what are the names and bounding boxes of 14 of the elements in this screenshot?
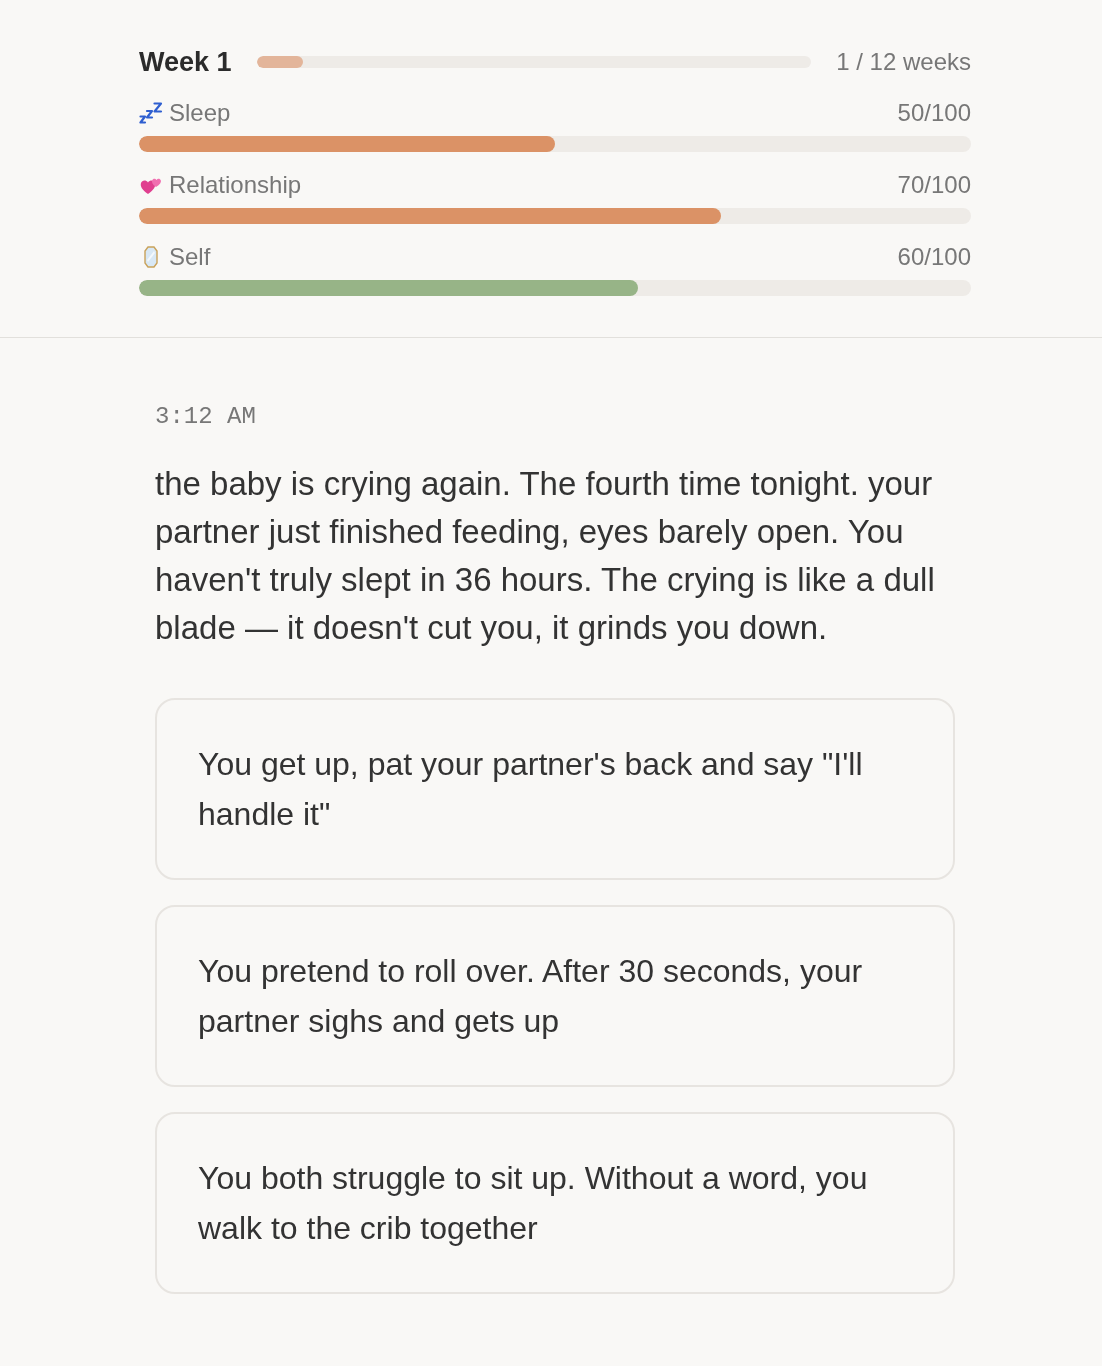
- zzz-icon: [139, 101, 163, 125]
- stat-label: Self: [169, 244, 211, 270]
- stat-label: Relationship: [169, 172, 302, 198]
- choice-button[interactable]: You get up, pat your partner's back and say "I'll handle it": [155, 698, 955, 880]
- scene-text: the baby is crying again. The fourth time tonight. your partner just finished feeding, eyes barely open. You haven't truly slept in 36 hours. The crying is like a dull blade — it doesn't cut you, it grinds you down.: [155, 464, 936, 648]
- stat-value: 70/100: [897, 172, 971, 198]
- stat-value: 60/100: [897, 244, 971, 270]
- scene-time: 3:12 AM: [155, 404, 257, 430]
- choice-button[interactable]: You both struggle to sit up. Without a word, you walk to the crib together: [155, 1112, 955, 1294]
- choice-button[interactable]: You pretend to roll over. After 30 seconds, your partner sighs and gets up: [155, 905, 955, 1087]
- stat-value: 50/100: [897, 100, 971, 126]
- week-label: Week 1: [139, 46, 232, 79]
- stat-label: Sleep: [169, 100, 231, 126]
- week-count: 1 / 12 weeks: [836, 47, 971, 77]
